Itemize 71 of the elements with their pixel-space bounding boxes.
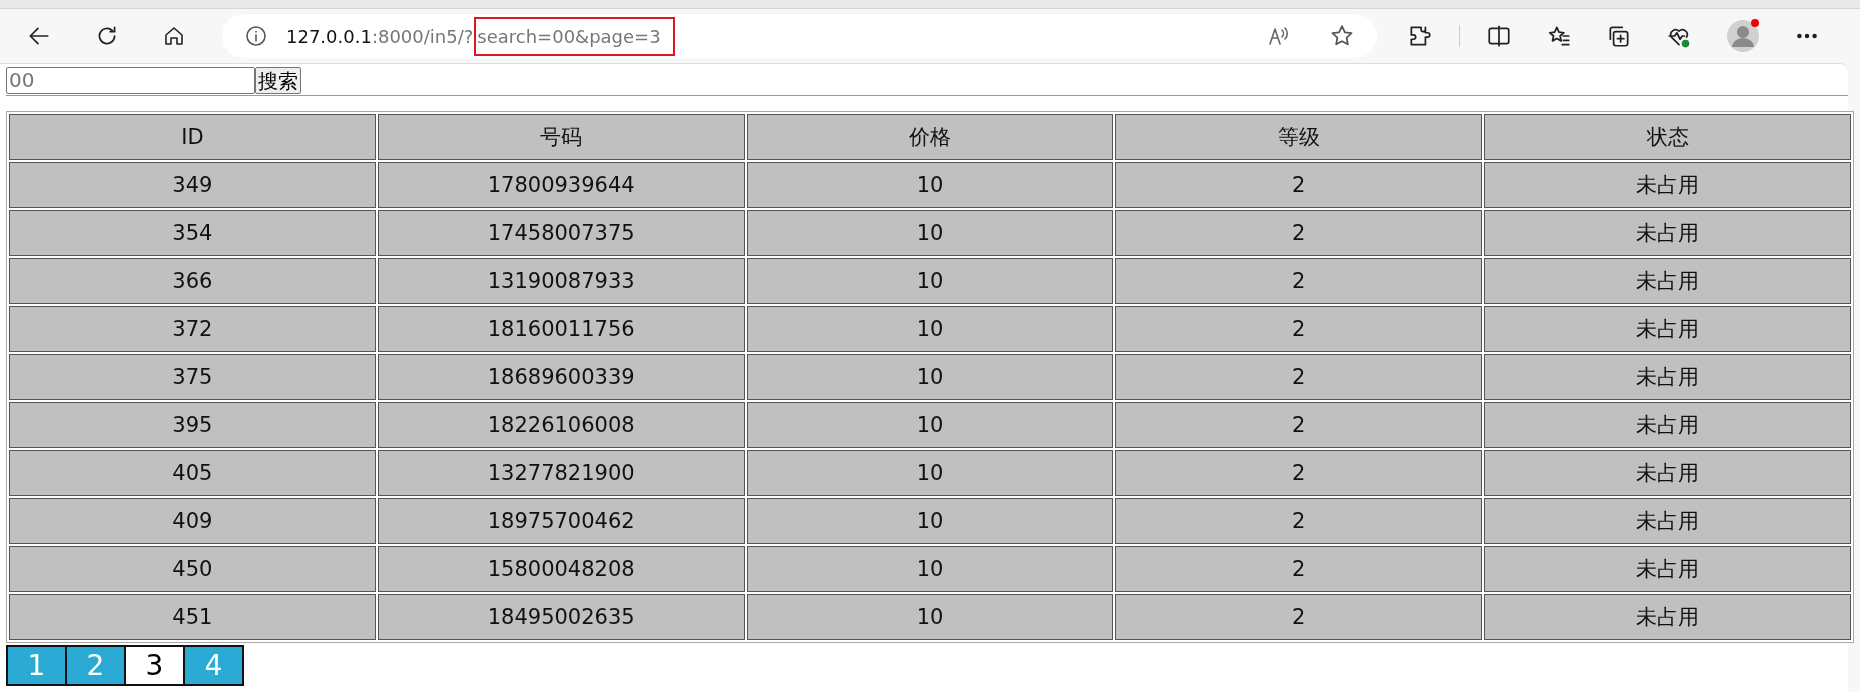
table-cell: 13277821900 [377,450,745,496]
table-cell: 10 [746,546,1114,592]
avatar-icon[interactable] [1726,19,1760,53]
table-cell: 372 [9,306,376,352]
table-cell: 2 [1115,354,1483,400]
table-cell: 10 [746,258,1114,304]
table-cell: 未占用 [1484,162,1851,208]
url-text: 127.0.0.1:8000/in5/? search=00&page=3 [286,16,675,56]
table-cell: 17458007375 [377,210,745,256]
table-cell: 18689600339 [377,354,745,400]
puzzle-icon[interactable] [1407,23,1433,49]
table-cell: 未占用 [1484,450,1851,496]
table-cell: 2 [1115,594,1483,640]
table-cell: 未占用 [1484,594,1851,640]
column-header: 等级 [1115,114,1483,160]
table-cell: 2 [1115,258,1483,304]
table-cell: 未占用 [1484,306,1851,352]
table-cell: 未占用 [1484,546,1851,592]
table-cell: 2 [1115,450,1483,496]
table-cell: 18226106008 [377,402,745,448]
table-cell: 2 [1115,210,1483,256]
table-cell: 2 [1115,162,1483,208]
table-cell: 18160011756 [377,306,745,352]
home-icon[interactable] [162,24,186,48]
table-cell: 13190087933 [377,258,745,304]
table-cell: 17800939644 [377,162,745,208]
table-cell: 未占用 [1484,210,1851,256]
split-screen-icon[interactable] [1486,23,1512,49]
table-cell: 10 [746,450,1114,496]
table-cell: 2 [1115,546,1483,592]
table-cell: 18975700462 [377,498,745,544]
table-cell: 2 [1115,498,1483,544]
table-cell: 366 [9,258,376,304]
table-cell: 2 [1115,306,1483,352]
column-header: ID [9,114,376,160]
page-button[interactable]: 4 [183,645,244,686]
column-header: 号码 [377,114,745,160]
page-button[interactable]: 1 [6,645,67,686]
table-cell: 10 [746,594,1114,640]
table-cell: 405 [9,450,376,496]
table-cell: 15800048208 [377,546,745,592]
table-cell: 349 [9,162,376,208]
table-cell: 未占用 [1484,402,1851,448]
favorites-icon[interactable] [1546,23,1572,49]
column-header: 价格 [746,114,1114,160]
read-aloud-icon[interactable] [1267,24,1291,48]
table-cell: 18495002635 [377,594,745,640]
table-cell: 10 [746,354,1114,400]
column-header: 状态 [1484,114,1851,160]
page-button[interactable]: 3 [124,645,185,686]
table-cell: 10 [746,402,1114,448]
table-cell: 451 [9,594,376,640]
collections-icon[interactable] [1606,23,1632,49]
table-cell: 10 [746,210,1114,256]
table-cell: 409 [9,498,376,544]
table-cell: 未占用 [1484,258,1851,304]
table-cell: 10 [746,162,1114,208]
table-cell: 2 [1115,402,1483,448]
table-cell: 375 [9,354,376,400]
page-button[interactable]: 2 [65,645,126,686]
table-cell: 未占用 [1484,354,1851,400]
table-cell: 450 [9,546,376,592]
table-cell: 354 [9,210,376,256]
search-button[interactable]: 搜索 [255,67,301,94]
table-cell: 395 [9,402,376,448]
search-field[interactable]: 00 [6,67,255,94]
table-cell: 10 [746,306,1114,352]
table-cell: 未占用 [1484,498,1851,544]
info-icon[interactable] [244,24,268,48]
table-cell: 10 [746,498,1114,544]
address-bar[interactable]: 127.0.0.1:8000/in5/? search=00&page=3 [222,14,1377,58]
